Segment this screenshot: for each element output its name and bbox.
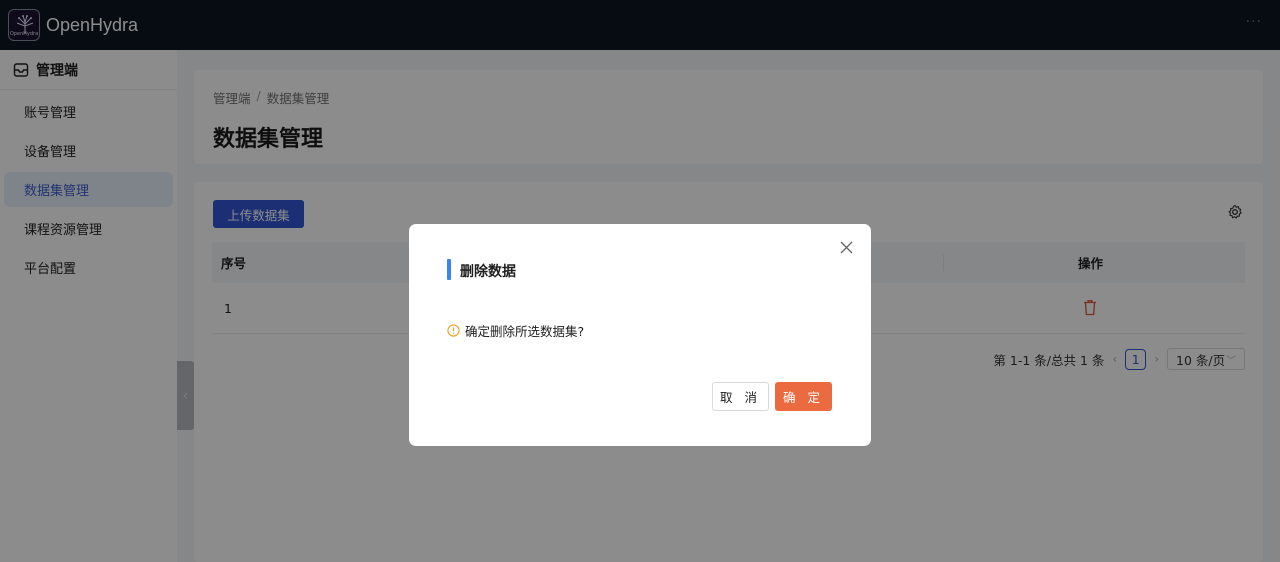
exclamation-circle-icon: [447, 324, 460, 337]
close-icon[interactable]: [840, 241, 853, 254]
modal-message-row: 确定删除所选数据集?: [447, 321, 584, 340]
cancel-button[interactable]: 取 消: [712, 382, 769, 411]
delete-confirm-modal: 删除数据 确定删除所选数据集? 取 消 确 定: [409, 224, 871, 446]
modal-title-accent: [447, 259, 451, 280]
modal-message: 确定删除所选数据集?: [465, 324, 585, 339]
confirm-button[interactable]: 确 定: [775, 382, 832, 411]
modal-title: 删除数据: [460, 264, 516, 280]
